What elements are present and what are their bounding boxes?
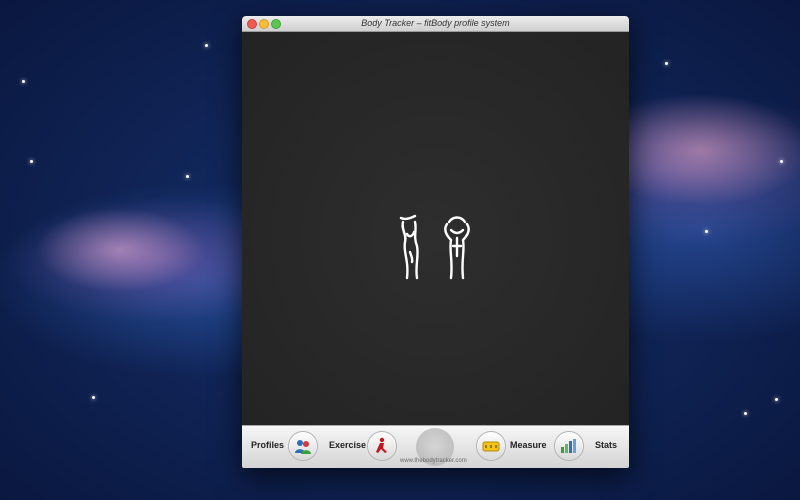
body-silhouettes-logo — [399, 214, 470, 280]
window-title: Body Tracker – fitBody profile system — [361, 18, 510, 28]
stats-button[interactable] — [554, 431, 584, 461]
stats-label[interactable]: Stats — [595, 440, 617, 450]
profiles-button[interactable] — [288, 431, 318, 461]
people-icon — [295, 440, 311, 454]
star — [205, 44, 208, 47]
bottom-toolbar: Profiles Exercise www.thebodytracker.com — [242, 425, 629, 468]
star — [30, 160, 33, 163]
star — [665, 62, 668, 65]
website-link[interactable]: www.thebodytracker.com — [400, 458, 467, 464]
bar-chart-icon — [561, 439, 576, 453]
tape-measure-icon — [482, 441, 500, 452]
exercise-button[interactable] — [367, 431, 397, 461]
star — [92, 396, 95, 399]
measure-button[interactable] — [476, 431, 506, 461]
exercise-label[interactable]: Exercise — [329, 440, 366, 450]
star — [186, 175, 189, 178]
star — [22, 80, 25, 83]
star — [780, 160, 783, 163]
star — [775, 398, 778, 401]
app-window: Body Tracker – fitBody profile system Pr… — [242, 16, 629, 468]
measure-label[interactable]: Measure — [510, 440, 547, 450]
star — [744, 412, 747, 415]
star — [705, 230, 708, 233]
exercise-figure-icon — [376, 437, 387, 453]
title-bar[interactable]: Body Tracker – fitBody profile system — [242, 16, 629, 32]
main-content-area — [242, 32, 629, 442]
profiles-label[interactable]: Profiles — [251, 440, 284, 450]
